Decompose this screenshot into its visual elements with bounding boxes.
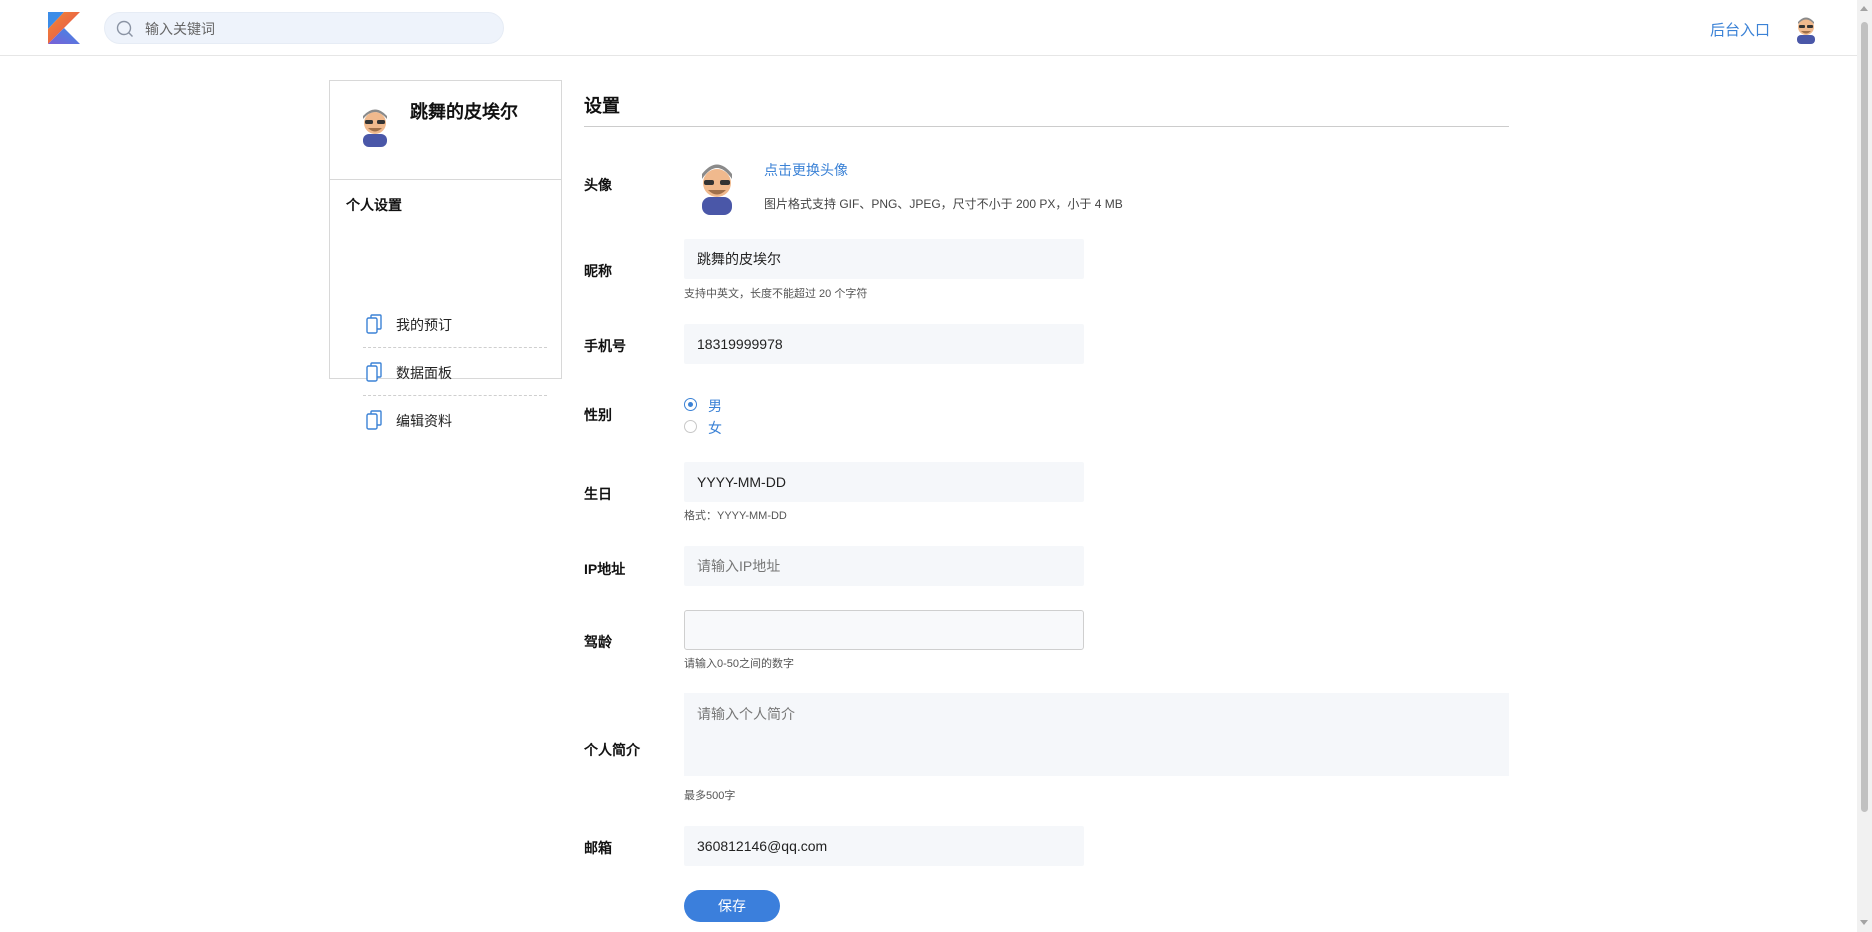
sidebar-item-data-panel[interactable]: 数据面板 — [363, 348, 547, 396]
sidebar-item-edit-profile[interactable]: 编辑资料 — [363, 396, 547, 444]
page-scrollbar[interactable] — [1857, 0, 1872, 932]
profile-avatar-icon[interactable] — [692, 155, 742, 215]
ip-address-input[interactable] — [684, 546, 1084, 586]
gender-label: 性别 — [584, 407, 612, 423]
email-label: 邮箱 — [584, 840, 612, 856]
sidebar-profile-card: 跳舞的皮埃尔 — [330, 81, 561, 180]
document-copy-icon — [366, 314, 382, 334]
page-title: 设置 — [584, 96, 620, 116]
search-input[interactable] — [143, 13, 497, 45]
top-navbar: 后台入口 — [0, 0, 1857, 56]
user-avatar-icon[interactable] — [1790, 12, 1822, 44]
birthday-input[interactable] — [684, 462, 1084, 502]
nickname-hint: 支持中英文，长度不能超过 20 个字符 — [684, 288, 868, 300]
radio-label[interactable]: 男 — [708, 396, 722, 416]
phone-input[interactable] — [684, 324, 1084, 364]
bio-hint: 最多500字 — [684, 790, 736, 802]
sidebar-item-my-bookings[interactable]: 我的预订 — [363, 300, 547, 348]
title-divider — [584, 126, 1509, 127]
radio-checked-icon[interactable] — [684, 398, 697, 411]
sidebar-user-name: 跳舞的皮埃尔 — [410, 102, 518, 122]
bio-label: 个人简介 — [584, 742, 640, 758]
user-avatar-icon — [363, 109, 387, 147]
driving-years-input[interactable] — [684, 610, 1084, 650]
radio-label[interactable]: 女 — [708, 418, 722, 438]
nickname-label: 昵称 — [584, 263, 612, 279]
sidebar-section-title: 个人设置 — [346, 197, 402, 213]
admin-entry-link[interactable]: 后台入口 — [1710, 19, 1770, 40]
driving-years-label: 驾龄 — [584, 634, 612, 650]
kotlin-logo-icon[interactable] — [48, 12, 80, 44]
radio-unchecked-icon[interactable] — [684, 420, 697, 433]
settings-sidebar: 跳舞的皮埃尔 个人设置 我的预订 数据面板 编辑资料 — [329, 80, 562, 430]
search-icon — [116, 20, 133, 37]
save-button[interactable]: 保存 — [684, 890, 780, 922]
scrollbar-thumb[interactable] — [1861, 22, 1868, 812]
scroll-up-arrow-icon[interactable] — [1860, 6, 1868, 11]
avatar-format-hint: 图片格式支持 GIF、PNG、JPEG，尺寸不小于 200 PX，小于 4 MB — [764, 197, 1123, 211]
birthday-hint: 格式：YYYY-MM-DD — [684, 510, 787, 522]
document-copy-icon — [366, 410, 382, 430]
birthday-label: 生日 — [584, 486, 612, 502]
change-avatar-link[interactable]: 点击更换头像 — [764, 160, 848, 180]
ip-label: IP地址 — [584, 561, 626, 577]
sidebar-item-label: 编辑资料 — [396, 413, 452, 429]
avatar-label: 头像 — [584, 177, 612, 193]
sidebar-item-label: 我的预订 — [396, 317, 452, 333]
bio-textarea[interactable] — [684, 693, 1509, 776]
search-box[interactable] — [104, 12, 504, 45]
nickname-input[interactable] — [684, 239, 1084, 279]
sidebar-item-label: 数据面板 — [396, 365, 452, 381]
document-copy-icon — [366, 362, 382, 382]
email-input[interactable] — [684, 826, 1084, 866]
phone-label: 手机号 — [584, 338, 626, 354]
driving-years-hint: 请输入0-50之间的数字 — [684, 658, 795, 670]
scroll-down-arrow-icon[interactable] — [1860, 920, 1868, 925]
